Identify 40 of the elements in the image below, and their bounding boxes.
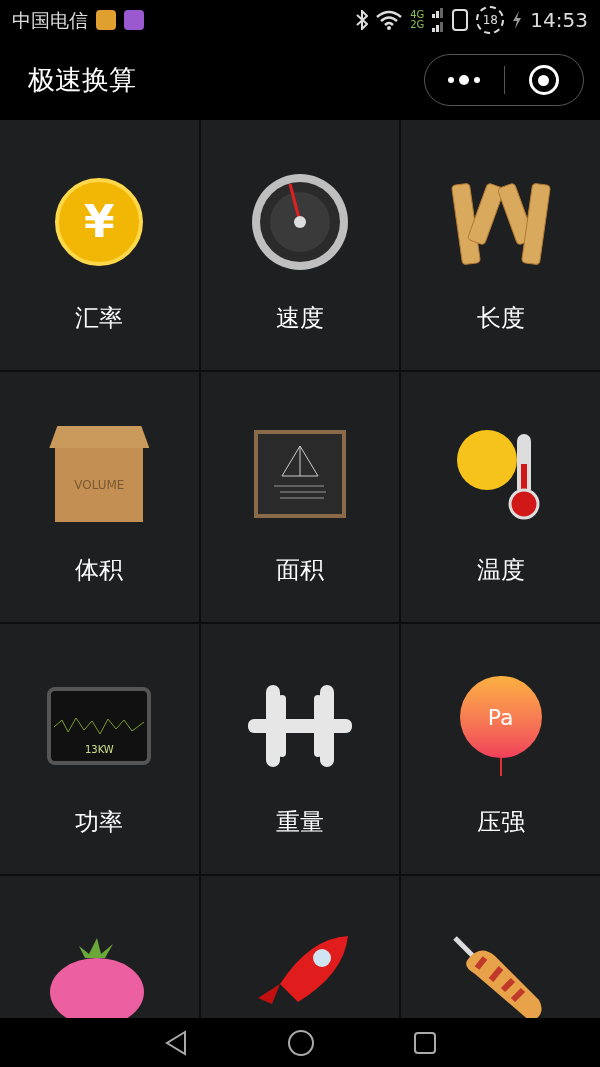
converter-tile[interactable]: 长度 — [401, 120, 600, 370]
tile-label: 速度 — [276, 303, 324, 334]
lightning-icon — [512, 11, 523, 29]
app-title: 极速换算 — [28, 62, 136, 97]
converter-tile[interactable]: VOLUME 体积 — [0, 372, 199, 622]
volume-text: VOLUME — [74, 477, 125, 494]
recents-icon[interactable] — [414, 1031, 436, 1054]
converter-tile[interactable]: Pa 压强 — [401, 624, 600, 874]
power-reading: 13KW — [84, 743, 114, 757]
converter-tile[interactable]: 面积 — [200, 372, 400, 622]
tile-label: 重量 — [276, 807, 324, 838]
tile-label: 温度 — [476, 555, 525, 586]
tile-label: 长度 — [476, 303, 525, 334]
network-type: 2G — [410, 20, 425, 30]
yen-sign: ¥ — [84, 200, 115, 244]
battery-gauge: 18 — [476, 6, 505, 34]
tile-label: 汇率 — [75, 303, 124, 334]
signal-icon — [432, 6, 445, 34]
clock-time: 14:53 — [530, 7, 588, 34]
network-type: 4G — [410, 10, 425, 20]
home-icon[interactable] — [288, 1029, 314, 1056]
tile-label: 体积 — [75, 555, 124, 586]
converter-tile[interactable]: 速度 — [200, 120, 400, 370]
tile-label: 面积 — [276, 555, 324, 586]
converter-tile[interactable]: 13KW 功率 — [0, 624, 199, 874]
tile-label: 压强 — [476, 807, 525, 838]
tile-label: 功率 — [75, 807, 124, 838]
sim-alert-icon — [452, 9, 469, 31]
pa-text: Pa — [487, 703, 514, 732]
speedometer-icon — [250, 172, 350, 272]
chalkboard-icon — [254, 428, 346, 520]
back-icon[interactable] — [164, 1029, 188, 1056]
converter-tile[interactable]: 重量 — [200, 624, 400, 874]
bluetooth-icon — [356, 10, 369, 30]
converter-tile[interactable]: ¥ 汇率 — [0, 120, 199, 370]
converter-tile[interactable]: 温度 — [401, 372, 600, 622]
carrier-name: 中国电信 — [12, 7, 88, 33]
more-icon — [448, 75, 481, 85]
wifi-icon — [376, 10, 403, 30]
target-icon — [528, 65, 559, 95]
